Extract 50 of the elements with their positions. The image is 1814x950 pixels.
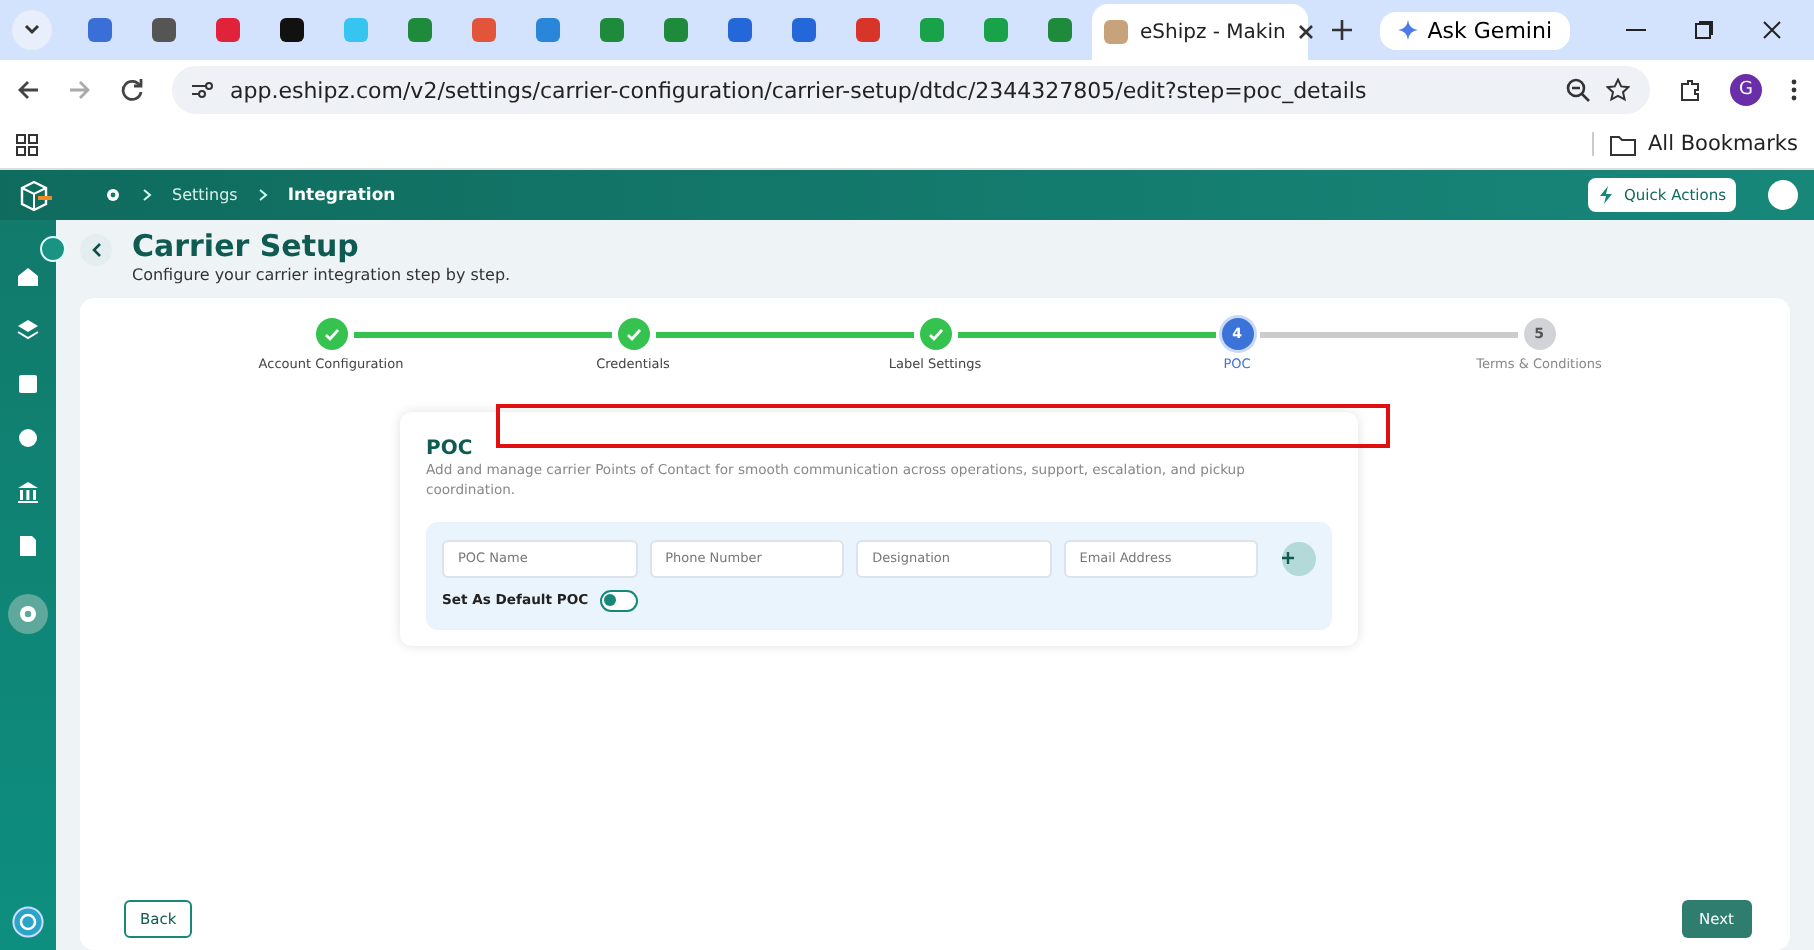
chevron-down-icon	[24, 24, 40, 36]
toggle-switch[interactable]	[600, 589, 639, 612]
gear-icon	[16, 602, 40, 626]
breadcrumb-item: Integration	[287, 185, 396, 205]
add-button[interactable]	[1282, 541, 1317, 576]
extensions-icon[interactable]	[1678, 78, 1702, 102]
page-title: Carrier Setup	[132, 228, 361, 264]
home-icon	[16, 264, 40, 288]
bank-icon	[16, 480, 40, 504]
plus-icon[interactable]	[1332, 20, 1352, 40]
lightning-icon	[1598, 186, 1616, 204]
bookmarks-link[interactable]: All Bookmarks	[1647, 132, 1798, 156]
sidebar-item[interactable]	[12, 476, 44, 508]
section-title: POC	[426, 438, 475, 460]
chat-bubble-icon[interactable]	[12, 906, 44, 938]
tab-list-button[interactable]	[12, 10, 52, 50]
profile-avatar[interactable]: G	[1730, 74, 1762, 106]
ask-gemini-button[interactable]: Ask Gemini	[1379, 11, 1570, 49]
more-icon[interactable]	[1790, 78, 1798, 102]
restore-icon[interactable]	[1694, 20, 1714, 40]
circle-icon	[16, 426, 40, 450]
back-arrow-icon[interactable]	[16, 78, 40, 102]
site-settings-icon[interactable]	[192, 80, 214, 100]
check-icon	[323, 327, 339, 341]
breadcrumb-item[interactable]: Settings	[172, 186, 238, 204]
folder-icon	[1609, 133, 1636, 155]
expand-toggle[interactable]	[40, 236, 66, 262]
chevron-left-icon	[91, 242, 101, 258]
check-icon	[625, 327, 641, 341]
chevron-right-icon	[142, 188, 152, 202]
apps-grid-icon[interactable]	[16, 133, 38, 155]
check-icon	[927, 327, 943, 341]
reload-icon[interactable]	[120, 78, 144, 102]
gear-icon[interactable]	[104, 186, 122, 204]
sidebar-item[interactable]	[8, 594, 48, 634]
layers-icon	[16, 318, 40, 342]
page-subtitle: Configure your carrier integration step by step.	[132, 266, 511, 284]
user-avatar[interactable]	[1768, 180, 1798, 210]
back-arrow-button[interactable]	[80, 234, 112, 266]
document-icon	[16, 534, 40, 558]
zoom-icon[interactable]	[1566, 78, 1590, 102]
chevron-right-icon	[257, 188, 268, 202]
star-icon[interactable]	[1606, 78, 1630, 102]
close-icon[interactable]	[1762, 20, 1782, 40]
sparkle-icon	[1397, 20, 1418, 40]
box-logo-icon[interactable]	[16, 179, 52, 211]
close-icon	[1297, 24, 1314, 40]
box-icon	[16, 372, 40, 396]
plus-icon	[1282, 552, 1295, 565]
browser-tab[interactable]: eShipz - Makin	[1092, 4, 1308, 60]
